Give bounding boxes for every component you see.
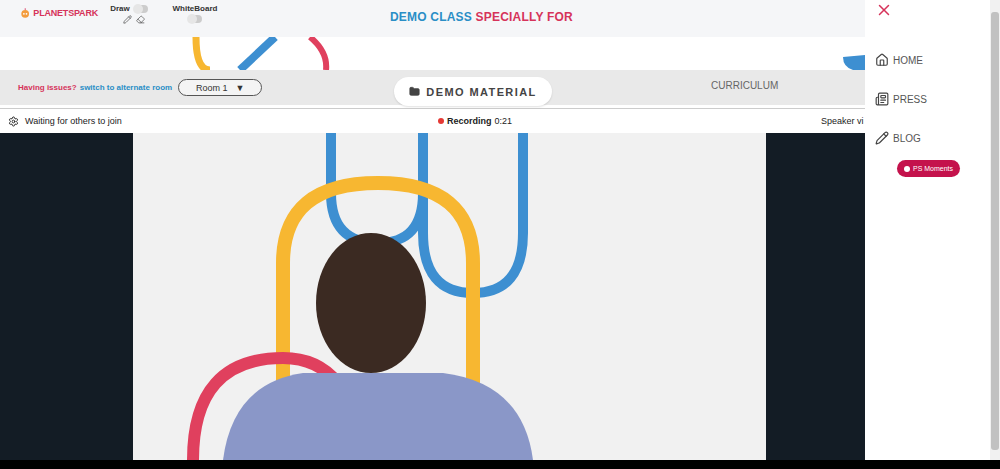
menu-item[interactable]: PRESS	[875, 90, 990, 108]
pencil-icon[interactable]	[123, 15, 132, 24]
draw-tool: Draw	[98, 4, 160, 24]
alternate-room-link[interactable]: switch to alternate room	[80, 83, 172, 92]
close-button[interactable]	[875, 1, 893, 19]
header: PLANETSPARKDrawWhiteBoard DEMO CLASS SPEC…	[0, 0, 865, 37]
main-column: PLANETSPARKDrawWhiteBoard DEMO CLASS SPEC…	[0, 0, 865, 460]
demo-material-button[interactable]: DEMO MATERIAL	[394, 77, 552, 106]
scrollbar-thumb[interactable]	[991, 12, 999, 450]
status-text: Waiting for others to join	[25, 116, 122, 126]
curriculum-link[interactable]: CURRICULUM	[711, 80, 778, 91]
video-panel: Waiting for others to join Recording0:21 S…	[0, 108, 865, 460]
press-icon	[875, 92, 889, 106]
side-menu: HOME PRESS BLOG PS Moments	[865, 0, 990, 460]
ps-moments-badge[interactable]: PS Moments	[897, 160, 960, 177]
home-icon	[875, 53, 889, 67]
view-mode[interactable]: Speaker vi	[821, 116, 864, 126]
page-title: DEMO CLASS SPECIALLY FOR	[390, 4, 573, 24]
gear-icon[interactable]	[8, 116, 19, 127]
close-icon[interactable]	[875, 1, 893, 19]
decor-arcs-icon	[0, 37, 865, 70]
whiteboard-toggle[interactable]	[188, 15, 202, 23]
eraser-icon[interactable]	[136, 15, 145, 24]
blog-icon	[875, 131, 889, 145]
draw-toggle[interactable]	[134, 5, 148, 13]
video-header: Waiting for others to join Recording0:21 S…	[0, 109, 865, 133]
room-bar: Having issues?switch to alternate room Ro…	[0, 70, 865, 105]
page: PLANETSPARKDrawWhiteBoard DEMO CLASS SPEC…	[0, 0, 1000, 469]
decor-band	[0, 37, 865, 70]
menu-item[interactable]: HOME	[875, 51, 990, 69]
video-area	[0, 133, 865, 460]
logo-robot-icon	[20, 7, 30, 19]
badge-dot-icon	[904, 166, 910, 172]
recording-indicator: Recording0:21	[438, 116, 512, 126]
issue-text: Having issues?switch to alternate room	[18, 83, 172, 92]
whiteboard-tool: WhiteBoard	[160, 4, 230, 23]
folder-icon	[409, 86, 420, 97]
recording-dot	[438, 118, 444, 124]
menu-item[interactable]: BLOG	[875, 129, 990, 147]
scrollbar[interactable]	[990, 0, 1000, 460]
video-frame	[133, 133, 766, 460]
logo[interactable]: PLANETSPARK	[20, 4, 98, 19]
room-select[interactable]: Room 1▼	[178, 79, 262, 96]
bottom-strip	[0, 460, 1000, 469]
